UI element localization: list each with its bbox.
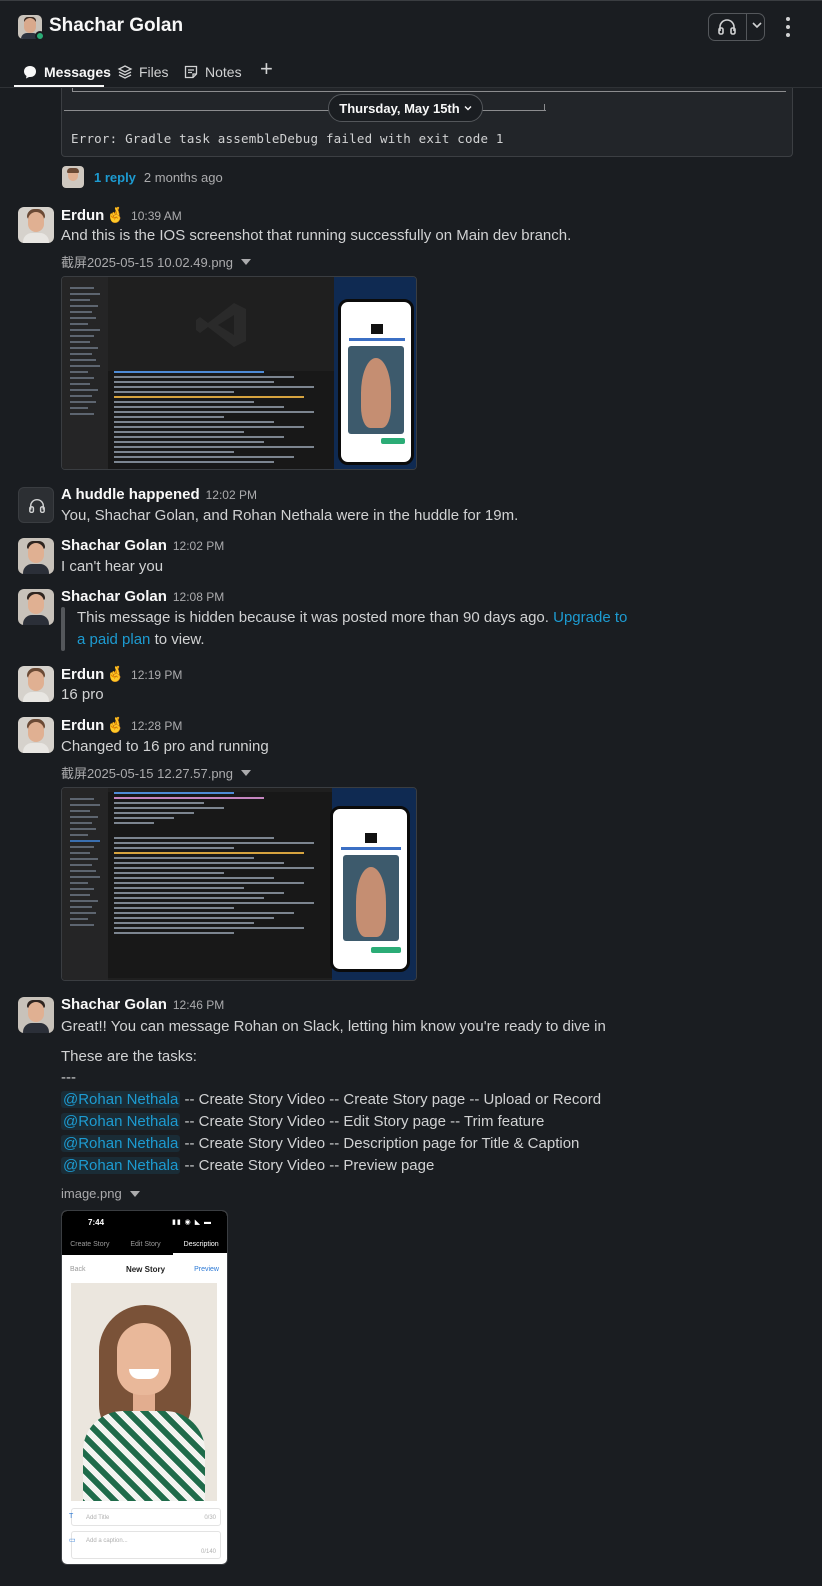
headphones-icon: [29, 498, 45, 514]
avatar[interactable]: [18, 666, 54, 702]
image-attachment[interactable]: [61, 787, 417, 981]
channel-header: Shachar Golan Messages Files Notes +: [0, 0, 822, 88]
headphones-icon: [718, 19, 736, 35]
reply-count-link[interactable]: 1 reply: [94, 170, 136, 185]
message-author[interactable]: Shachar Golan 12:02 PM: [61, 537, 224, 554]
file-name[interactable]: image.png: [61, 1186, 140, 1201]
message-text: 16 pro: [61, 686, 104, 703]
vscode-logo-icon: [196, 303, 246, 347]
message-text: And this is the IOS screenshot that runn…: [61, 227, 572, 244]
message-text: I can't hear you: [61, 558, 164, 575]
caret-down-icon: [129, 1190, 140, 1197]
reply-avatar: [62, 166, 84, 188]
message-time: 10:39 AM: [131, 209, 182, 223]
chevron-down-icon[interactable]: [750, 18, 764, 32]
task-item: @Rohan Nethala -- Create Story Video -- …: [61, 1135, 580, 1152]
message-text: Changed to 16 pro and running: [61, 738, 269, 755]
huddle-button[interactable]: [708, 13, 765, 41]
status-icons: ▮▮ ◉ ◣ ▬: [172, 1219, 213, 1226]
task-item: @Rohan Nethala -- Create Story Video -- …: [61, 1091, 602, 1108]
window-top-border: [0, 0, 822, 1]
avatar[interactable]: [18, 538, 54, 574]
avatar[interactable]: [18, 207, 54, 243]
tab-messages[interactable]: Messages: [22, 60, 111, 84]
message-time: 12:08 PM: [172, 590, 225, 604]
presence-indicator: [35, 31, 45, 41]
message-author[interactable]: Erdun 🤞 10:39 AM: [61, 206, 182, 224]
user-mention[interactable]: @Rohan Nethala: [61, 1135, 181, 1152]
messages-icon: [24, 66, 36, 79]
user-mention[interactable]: @Rohan Nethala: [61, 1157, 181, 1174]
image-attachment[interactable]: 7:44 ▮▮ ◉ ◣ ▬ Create Story Edit Story De…: [61, 1210, 228, 1565]
hidden-message: This message is hidden because it was po…: [77, 609, 628, 648]
error-line: Error: Gradle task assembleDebug failed …: [71, 131, 504, 146]
hidden-message-bar: [61, 607, 65, 651]
user-mention[interactable]: @Rohan Nethala: [61, 1091, 181, 1108]
channel-title[interactable]: Shachar Golan: [49, 15, 183, 37]
reply-time: 2 months ago: [143, 169, 223, 185]
date-divider-label: Thursday, May 15th: [339, 100, 460, 116]
message-time: 12:28 PM: [131, 719, 183, 733]
avatar[interactable]: [18, 997, 54, 1033]
tab-label: Files: [139, 64, 169, 80]
thread-replies[interactable]: 1 reply 2 months ago: [62, 166, 223, 188]
avatar[interactable]: [18, 589, 54, 625]
task-item: @Rohan Nethala -- Create Story Video -- …: [61, 1157, 435, 1174]
user-mention[interactable]: @Rohan Nethala: [61, 1113, 181, 1130]
chevron-down-icon: [464, 106, 472, 111]
tab-notes[interactable]: Notes: [183, 60, 242, 84]
tab-label: Notes: [205, 64, 242, 80]
message-time: 12:19 PM: [131, 668, 183, 682]
tasks-intro: These are the tasks:: [61, 1048, 197, 1065]
notes-icon: [184, 65, 198, 79]
huddle-avatar: [18, 487, 54, 523]
message-time: 12:46 PM: [172, 998, 225, 1012]
active-tab-indicator: [14, 85, 104, 87]
message-text: You, Shachar Golan, and Rohan Nethala we…: [61, 507, 519, 524]
files-icon: [117, 65, 133, 79]
image-attachment[interactable]: [61, 276, 417, 470]
caret-down-icon: [241, 258, 252, 265]
story-photo: [71, 1283, 217, 1501]
more-options-icon[interactable]: [780, 13, 796, 41]
add-title-field: T Add Title 0/30: [69, 1508, 221, 1526]
message-time: 12:02 PM: [205, 488, 257, 502]
message-author: A huddle happened 12:02 PM: [61, 486, 257, 503]
story-tabs: Create Story Edit Story Description: [62, 1235, 227, 1255]
add-caption-field: ▭ Add a caption... 0/140: [69, 1531, 221, 1559]
story-nav: Back New Story Preview: [70, 1265, 219, 1274]
task-item: @Rohan Nethala -- Create Story Video -- …: [61, 1113, 545, 1130]
message-text: Great!! You can message Rohan on Slack, …: [61, 1018, 606, 1035]
avatar[interactable]: [18, 717, 54, 753]
message-time: 12:02 PM: [172, 539, 225, 553]
separator-text: ---: [61, 1069, 76, 1086]
file-name[interactable]: 截屏2025-05-15 12.27.57.png: [61, 763, 252, 782]
message-author[interactable]: Shachar Golan 12:08 PM: [61, 588, 224, 605]
date-divider-button[interactable]: Thursday, May 15th: [328, 94, 483, 122]
message-author[interactable]: Erdun 🤞 12:19 PM: [61, 665, 182, 683]
tab-files[interactable]: Files: [117, 60, 169, 84]
caret-down-icon: [241, 769, 252, 776]
message-author[interactable]: Erdun 🤞 12:28 PM: [61, 716, 182, 734]
tab-label: Messages: [44, 64, 111, 80]
file-name[interactable]: 截屏2025-05-15 10.02.49.png: [61, 252, 252, 271]
add-tab-button[interactable]: +: [260, 58, 273, 80]
message-author[interactable]: Shachar Golan 12:46 PM: [61, 996, 224, 1013]
